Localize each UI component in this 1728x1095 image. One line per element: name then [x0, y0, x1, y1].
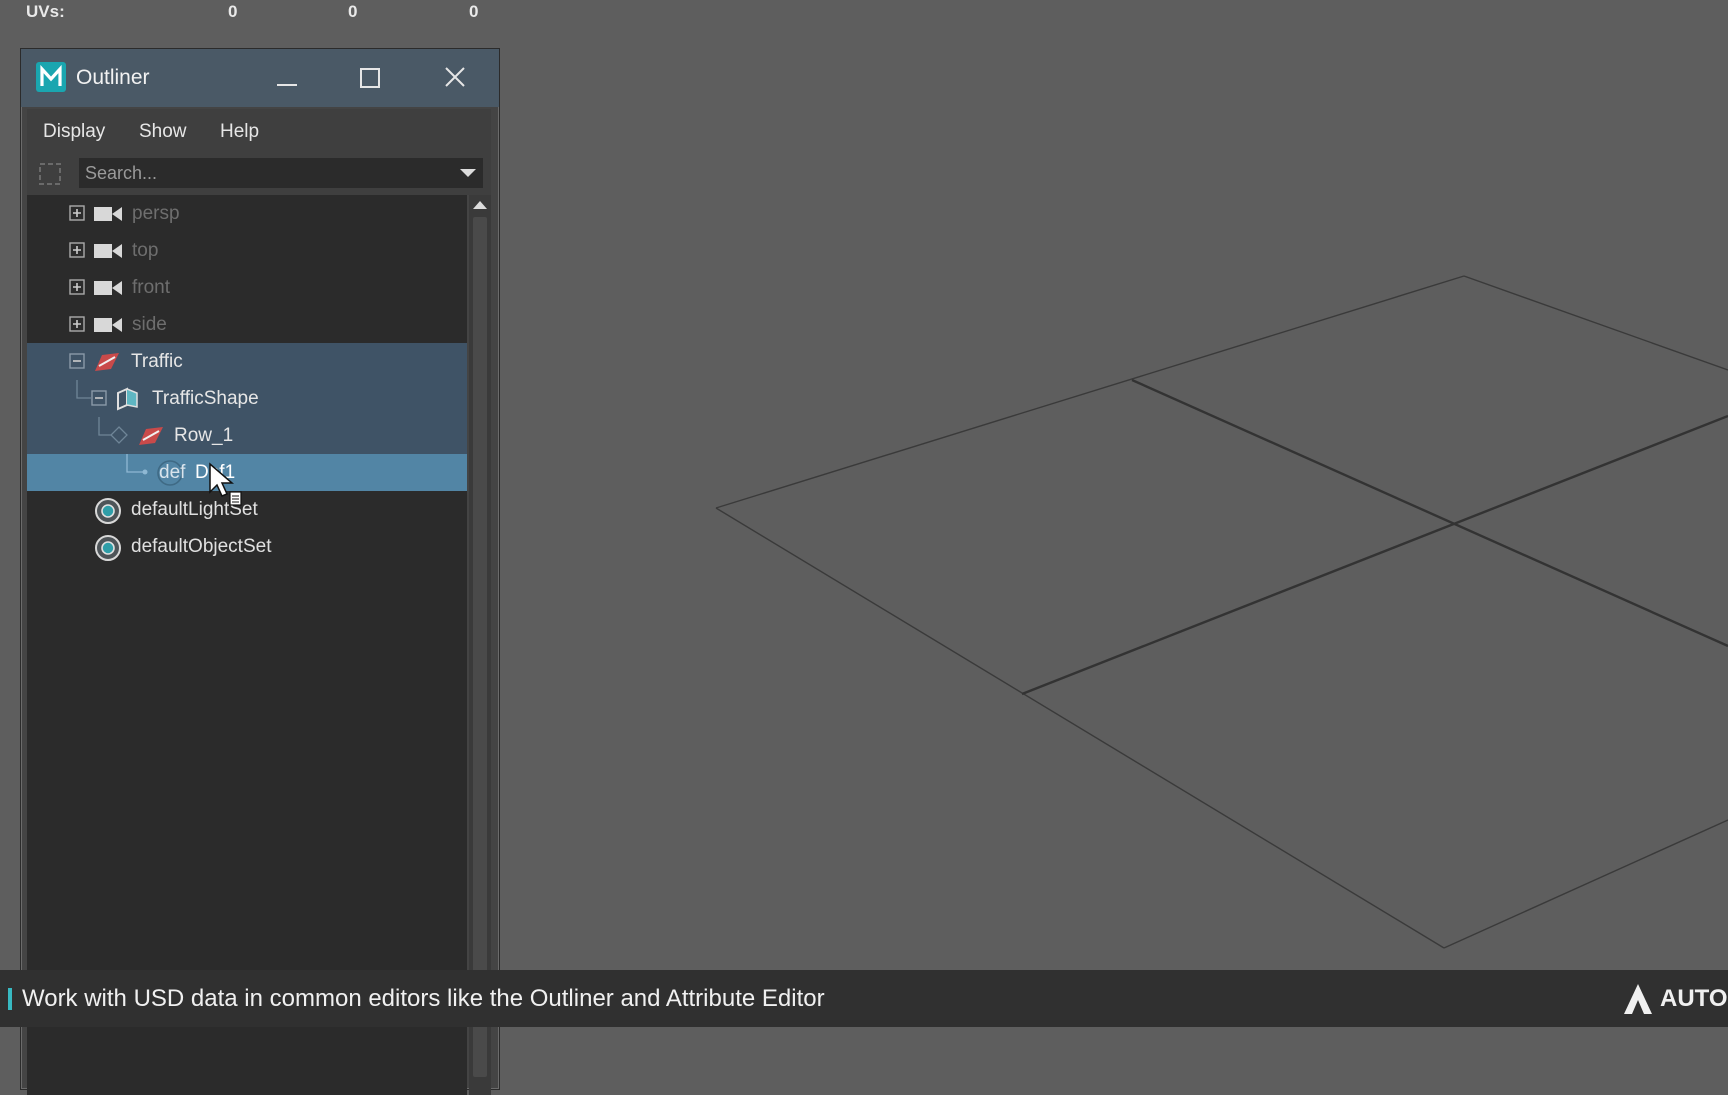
set-icon — [95, 498, 121, 524]
tree-connector — [126, 454, 148, 475]
camera-icon — [94, 207, 122, 221]
tree-item-label: persp — [132, 203, 180, 224]
transform-icon — [139, 427, 163, 445]
grid-line — [715, 275, 1465, 509]
collapse-icon[interactable] — [91, 390, 107, 406]
expand-icon[interactable] — [69, 205, 85, 221]
caption-text: Work with USD data in common editors lik… — [22, 985, 825, 1012]
caption-accent — [8, 988, 12, 1010]
camera-icon — [94, 244, 122, 258]
tree-item-label: Row_1 — [174, 425, 234, 446]
tree-item-trafficshape[interactable]: TrafficShape — [27, 380, 467, 417]
tree-item-traffic[interactable]: Traffic — [27, 343, 467, 380]
outliner-titlebar[interactable]: Outliner — [21, 49, 499, 107]
grid-line — [715, 507, 1445, 949]
tree-item-label: top — [132, 240, 159, 261]
camera-icon — [94, 281, 122, 295]
tree-item-label: front — [132, 277, 171, 298]
menu-show[interactable]: Show — [139, 121, 187, 143]
menu-help[interactable]: Help — [220, 121, 259, 143]
tree-item-label: defaultObjectSet — [131, 536, 272, 557]
tree-item-label: TrafficShape — [152, 388, 259, 409]
tree-item-persp[interactable]: persp — [27, 195, 467, 232]
collapse-icon[interactable] — [69, 353, 85, 369]
shape-icon — [117, 387, 138, 411]
outliner-window: Outliner Display Show Help persp top — [20, 48, 500, 1095]
brand-logo: AUTODESK — [1660, 985, 1728, 1012]
grid-line — [1463, 275, 1728, 371]
menu-display[interactable]: Display — [43, 121, 105, 143]
transform-icon — [95, 353, 119, 371]
camera-icon — [94, 318, 122, 332]
mouse-cursor-icon — [209, 462, 242, 506]
close-icon[interactable] — [433, 57, 477, 99]
tree-item-top[interactable]: top — [27, 232, 467, 269]
tree-item-defaultobjectset[interactable]: defaultObjectSet — [27, 528, 467, 565]
expand-icon[interactable] — [69, 242, 85, 258]
maximize-icon[interactable] — [348, 57, 392, 99]
grid-axis-line — [1021, 414, 1728, 696]
tree-item-front[interactable]: front — [27, 269, 467, 306]
tree-item-label: side — [132, 314, 167, 335]
grid-line — [1443, 819, 1728, 949]
tree-connector — [76, 380, 91, 399]
minimize-icon[interactable] — [265, 57, 309, 99]
window-title: Outliner — [76, 66, 150, 89]
maya-app-icon — [36, 62, 66, 92]
expand-icon[interactable] — [69, 279, 85, 295]
outliner-tree: persp top front side Traffic TrafficShap… — [27, 195, 467, 1095]
chevron-down-icon[interactable] — [459, 167, 477, 179]
tree-item-side[interactable]: side — [27, 306, 467, 343]
tree-item-prefix: def — [159, 462, 186, 483]
set-icon — [95, 535, 121, 561]
autodesk-logo-icon — [1624, 984, 1652, 1014]
tree-item-row-1[interactable]: Row_1 — [27, 417, 467, 454]
grid-axis-line — [1131, 378, 1728, 648]
search-input[interactable] — [79, 158, 483, 188]
tree-item-label: Traffic — [131, 351, 183, 372]
tree-connector — [98, 417, 128, 444]
scroll-up-icon[interactable] — [472, 199, 488, 211]
menu-bar: Display Show Help — [27, 109, 491, 153]
expand-icon[interactable] — [69, 316, 85, 332]
search-row — [27, 153, 491, 195]
scroll-thumb[interactable] — [473, 217, 487, 1077]
filter-icon[interactable] — [35, 159, 65, 189]
outliner-scrollbar[interactable] — [469, 195, 491, 1095]
caption-bar: Work with USD data in common editors lik… — [0, 970, 1728, 1027]
